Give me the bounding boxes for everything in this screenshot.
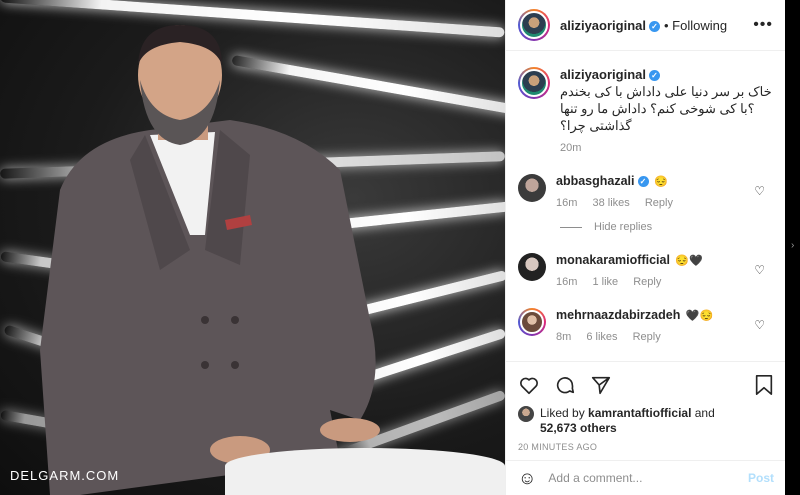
avatar[interactable]	[518, 9, 550, 41]
comment-username[interactable]: abbasghazali ✓ 😔	[556, 174, 756, 188]
post-photo[interactable]: DELGARM.COM	[0, 0, 505, 495]
hide-replies-label[interactable]: Hide replies	[594, 221, 652, 233]
comment-likes[interactable]: 1 like	[592, 276, 618, 288]
comments-list[interactable]: aliziyaoriginal ✓ خاک بر سر دنیا علی دادا…	[506, 51, 785, 356]
comment-time[interactable]: 8m	[556, 331, 571, 343]
heart-icon[interactable]: ♡	[754, 263, 765, 277]
share-direct-icon[interactable]	[590, 374, 612, 396]
like-heart-icon[interactable]	[518, 374, 540, 396]
avatar[interactable]	[518, 308, 546, 336]
separator-dot: •	[663, 17, 669, 33]
white-table	[225, 448, 505, 495]
reply-button[interactable]: Reply	[633, 276, 661, 288]
comment-username[interactable]: monakaramiofficial 😔🖤	[556, 253, 756, 267]
following-button[interactable]: Following	[672, 18, 727, 33]
comment-input[interactable]	[548, 471, 719, 485]
liked-by-user[interactable]: kamrantaftiofficial	[588, 406, 691, 420]
post-header: aliziyaoriginal ✓ • Following •••	[506, 0, 785, 51]
more-options-icon[interactable]: •••	[753, 16, 773, 34]
watermark: DELGARM.COM	[10, 468, 120, 483]
divider	[560, 226, 582, 228]
heart-icon[interactable]: ♡	[754, 184, 765, 198]
likes-summary: Liked by kamrantaftiofficial and 52,673 …	[518, 406, 774, 436]
comment-emoji: 😔🖤	[675, 255, 703, 267]
emoji-smile-icon[interactable]: ☺	[518, 468, 536, 489]
action-icons	[518, 370, 774, 400]
posted-time[interactable]: 20 MINUTES AGO	[518, 442, 774, 452]
comment-time[interactable]: 16m	[556, 276, 577, 288]
reply-button[interactable]: Reply	[633, 331, 661, 343]
caption-username[interactable]: aliziyaoriginal ✓	[560, 67, 773, 82]
page-edge: ›	[785, 0, 800, 495]
comment-likes[interactable]: 38 likes	[592, 197, 629, 209]
scroll-indicator-icon[interactable]: ›	[791, 240, 797, 251]
avatar[interactable]	[518, 67, 550, 99]
avatar[interactable]	[518, 406, 534, 422]
comment-username[interactable]: mehrnaazdabirzadeh 🖤😔	[556, 308, 756, 322]
comment-item: monakaramiofficial 😔🖤 16m 1 like Reply ♡	[518, 253, 773, 288]
caption-time[interactable]: 20m	[560, 142, 773, 154]
comment-meta: 8m 6 likes Reply	[556, 331, 756, 343]
comment-emoji: 😔	[653, 176, 668, 188]
reply-button[interactable]: Reply	[645, 197, 673, 209]
caption: aliziyaoriginal ✓ خاک بر سر دنیا علی دادا…	[518, 67, 773, 154]
comment-meta: 16m 1 like Reply	[556, 276, 756, 288]
comment-meta: 16m 38 likes Reply	[556, 197, 756, 209]
caption-text: خاک بر سر دنیا علی داداش با کی بخندم ؟با…	[560, 84, 772, 133]
post-button[interactable]: Post	[748, 471, 774, 485]
likes-count[interactable]: 52,673 others	[540, 421, 617, 435]
header-username[interactable]: aliziyaoriginal ✓	[560, 18, 660, 33]
verified-badge-icon: ✓	[637, 176, 649, 188]
man-figure	[40, 25, 380, 495]
post-side-panel: aliziyaoriginal ✓ • Following ••• aliziya…	[505, 0, 786, 495]
liked-and: and	[694, 406, 715, 420]
verified-badge-icon: ✓	[648, 70, 660, 82]
comment-item: mehrnaazdabirzadeh 🖤😔 8m 6 likes Reply ♡	[518, 308, 773, 343]
post-actions: Liked by kamrantaftiofficial and 52,673 …	[506, 361, 786, 452]
hide-replies-button[interactable]: Hide replies	[560, 221, 773, 233]
avatar[interactable]	[518, 253, 546, 281]
add-comment-bar: ☺ Post	[506, 460, 786, 495]
bookmark-icon[interactable]	[754, 374, 774, 396]
liked-by-label: Liked by	[540, 406, 585, 420]
avatar[interactable]	[518, 174, 546, 202]
verified-badge-icon: ✓	[648, 20, 660, 32]
follow-status[interactable]: • Following	[664, 18, 727, 33]
heart-icon[interactable]: ♡	[754, 318, 765, 332]
comment-time[interactable]: 16m	[556, 197, 577, 209]
comment-bubble-icon[interactable]	[554, 374, 576, 396]
comment-emoji: 🖤😔	[685, 310, 714, 322]
comment-likes[interactable]: 6 likes	[586, 331, 617, 343]
comment-item: abbasghazali ✓ 😔 16m 38 likes Reply ♡	[518, 174, 773, 209]
